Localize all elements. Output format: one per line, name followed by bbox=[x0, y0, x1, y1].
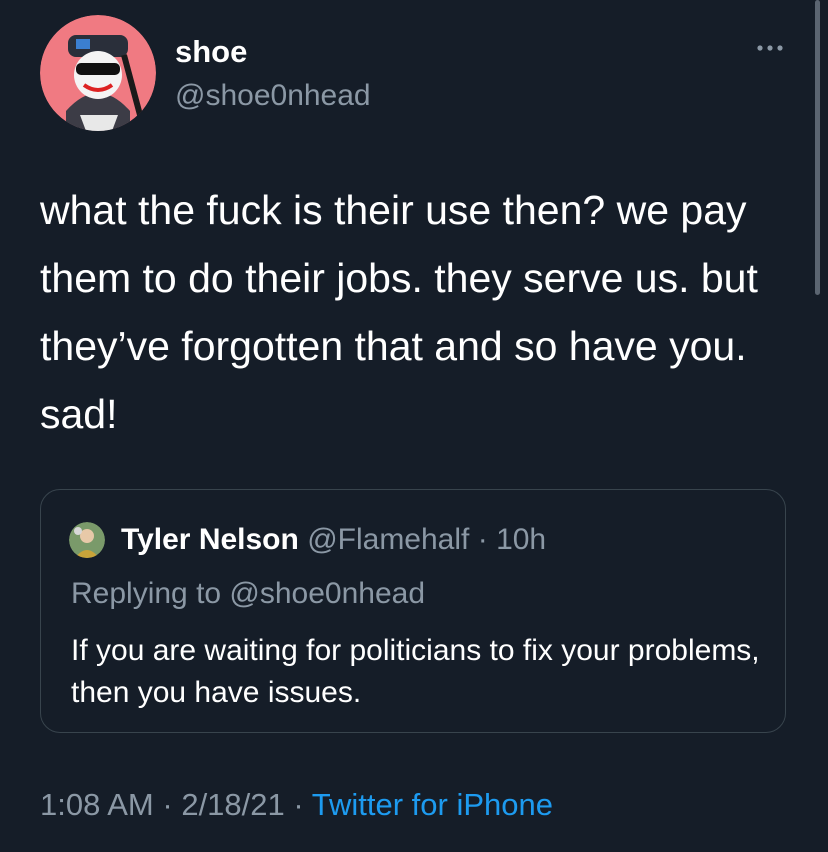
quoted-header: Tyler Nelson @Flamehalf · 10h bbox=[121, 522, 546, 558]
author-display-name[interactable]: shoe bbox=[175, 34, 247, 70]
quoted-text: If you are waiting for politicians to fi… bbox=[71, 634, 760, 709]
quoted-timestamp: 10h bbox=[496, 523, 547, 556]
tweet-time: 1:08 AM bbox=[40, 787, 154, 822]
metadata-separator: · bbox=[162, 787, 173, 822]
quoted-separator: · bbox=[477, 523, 488, 556]
metadata-separator: · bbox=[293, 787, 304, 822]
quoted-handle: @Flamehalf bbox=[307, 523, 470, 556]
tweet-text: what the fuck is their use then? we pay … bbox=[40, 187, 758, 437]
author-handle[interactable]: @shoe0nhead bbox=[175, 78, 371, 114]
quoted-replying-to: Replying to @shoe0nhead bbox=[71, 577, 426, 610]
author-avatar[interactable] bbox=[40, 15, 156, 131]
tweet-source-link[interactable]: Twitter for iPhone bbox=[312, 787, 553, 822]
tweet-metadata: 1:08 AM · 2/18/21 · Twitter for iPhone bbox=[40, 786, 553, 824]
more-horizontal-icon[interactable] bbox=[752, 38, 788, 58]
quoted-display-name: Tyler Nelson bbox=[121, 523, 299, 556]
quoted-author-avatar bbox=[69, 522, 105, 558]
scrollbar[interactable] bbox=[815, 0, 820, 295]
quoted-tweet[interactable]: Tyler Nelson @Flamehalf · 10h Replying t… bbox=[40, 489, 786, 733]
tweet-date: 2/18/21 bbox=[181, 787, 285, 822]
